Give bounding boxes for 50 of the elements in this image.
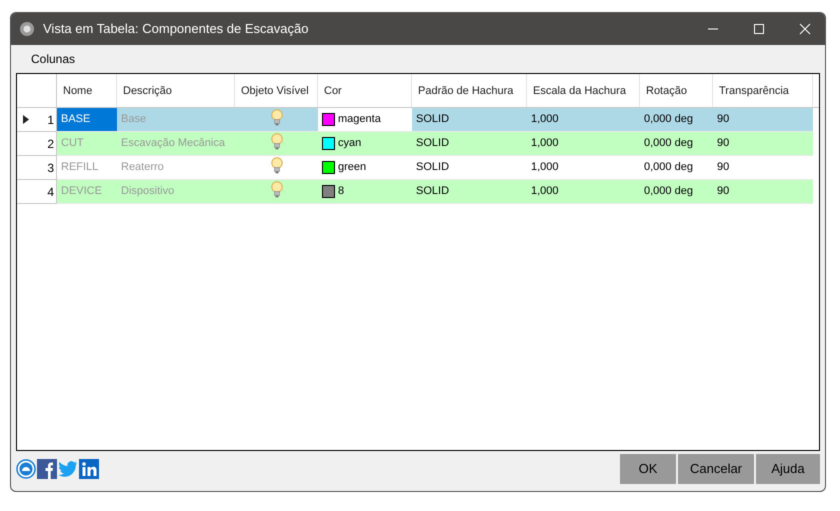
column-header[interactable]: Transparência [713,74,813,107]
table-cell: SOLID [412,108,527,132]
close-icon[interactable] [799,23,811,35]
table-cell: 0,000 deg [640,180,713,204]
maximize-icon[interactable] [753,23,765,35]
table-cell: SOLID [412,132,527,156]
table-cell: Escavação Mecânica [117,132,235,156]
app-logo-icon[interactable] [16,459,36,479]
table-cell-text: magenta [338,112,381,128]
table-cell: 90 [713,180,813,204]
row-header[interactable]: 2 [17,132,57,156]
light-bulb-icon[interactable] [270,157,282,174]
column-header[interactable]: Cor [318,74,412,107]
table-cell: Dispositivo [117,180,235,204]
dialog-button[interactable]: OK [620,454,676,484]
facebook-icon[interactable] [37,459,57,479]
table-cell: DEVICE [57,180,117,204]
linkedin-icon[interactable] [79,459,99,479]
table-cell: 0,000 deg [640,108,713,132]
table-cell: 0,000 deg [640,132,713,156]
table-cell: Base [117,108,235,132]
table-cell: 1,000 [527,108,640,132]
row-header[interactable]: 1 [17,108,57,132]
column-header[interactable]: Objeto Visível [235,74,318,107]
table-cell-text: cyan [338,136,362,152]
light-bulb-icon[interactable] [270,181,282,198]
window-title: Vista em Tabela: Componentes de Escavação [43,20,308,38]
column-header[interactable]: Padrão de Hachura [412,74,527,107]
dialog-button[interactable]: Ajuda [756,454,820,484]
column-header[interactable]: Rotação [640,74,713,107]
table-cell: CUT [57,132,117,156]
column-header[interactable]: Escala da Hachura [527,74,640,107]
menu-item[interactable]: Colunas [23,50,84,68]
table-cell: 90 [713,132,813,156]
table-cell-text: 8 [338,184,344,200]
dialog-button[interactable]: Cancelar [678,454,754,484]
table-cell-text: green [338,160,366,176]
table-cell: 90 [713,108,813,132]
app-icon [19,21,35,37]
table-cell: SOLID [412,180,527,204]
current-row-icon [23,115,29,124]
column-header[interactable]: Descrição [117,74,235,107]
table-cell: 1,000 [527,132,640,156]
light-bulb-icon[interactable] [270,133,282,150]
row-header[interactable]: 3 [17,156,57,180]
light-bulb-icon[interactable] [270,109,282,126]
column-header[interactable]: Nome [57,74,117,107]
table-cell: BASE [57,108,117,132]
row-header[interactable]: 4 [17,180,57,204]
table-cell: 1,000 [527,180,640,204]
